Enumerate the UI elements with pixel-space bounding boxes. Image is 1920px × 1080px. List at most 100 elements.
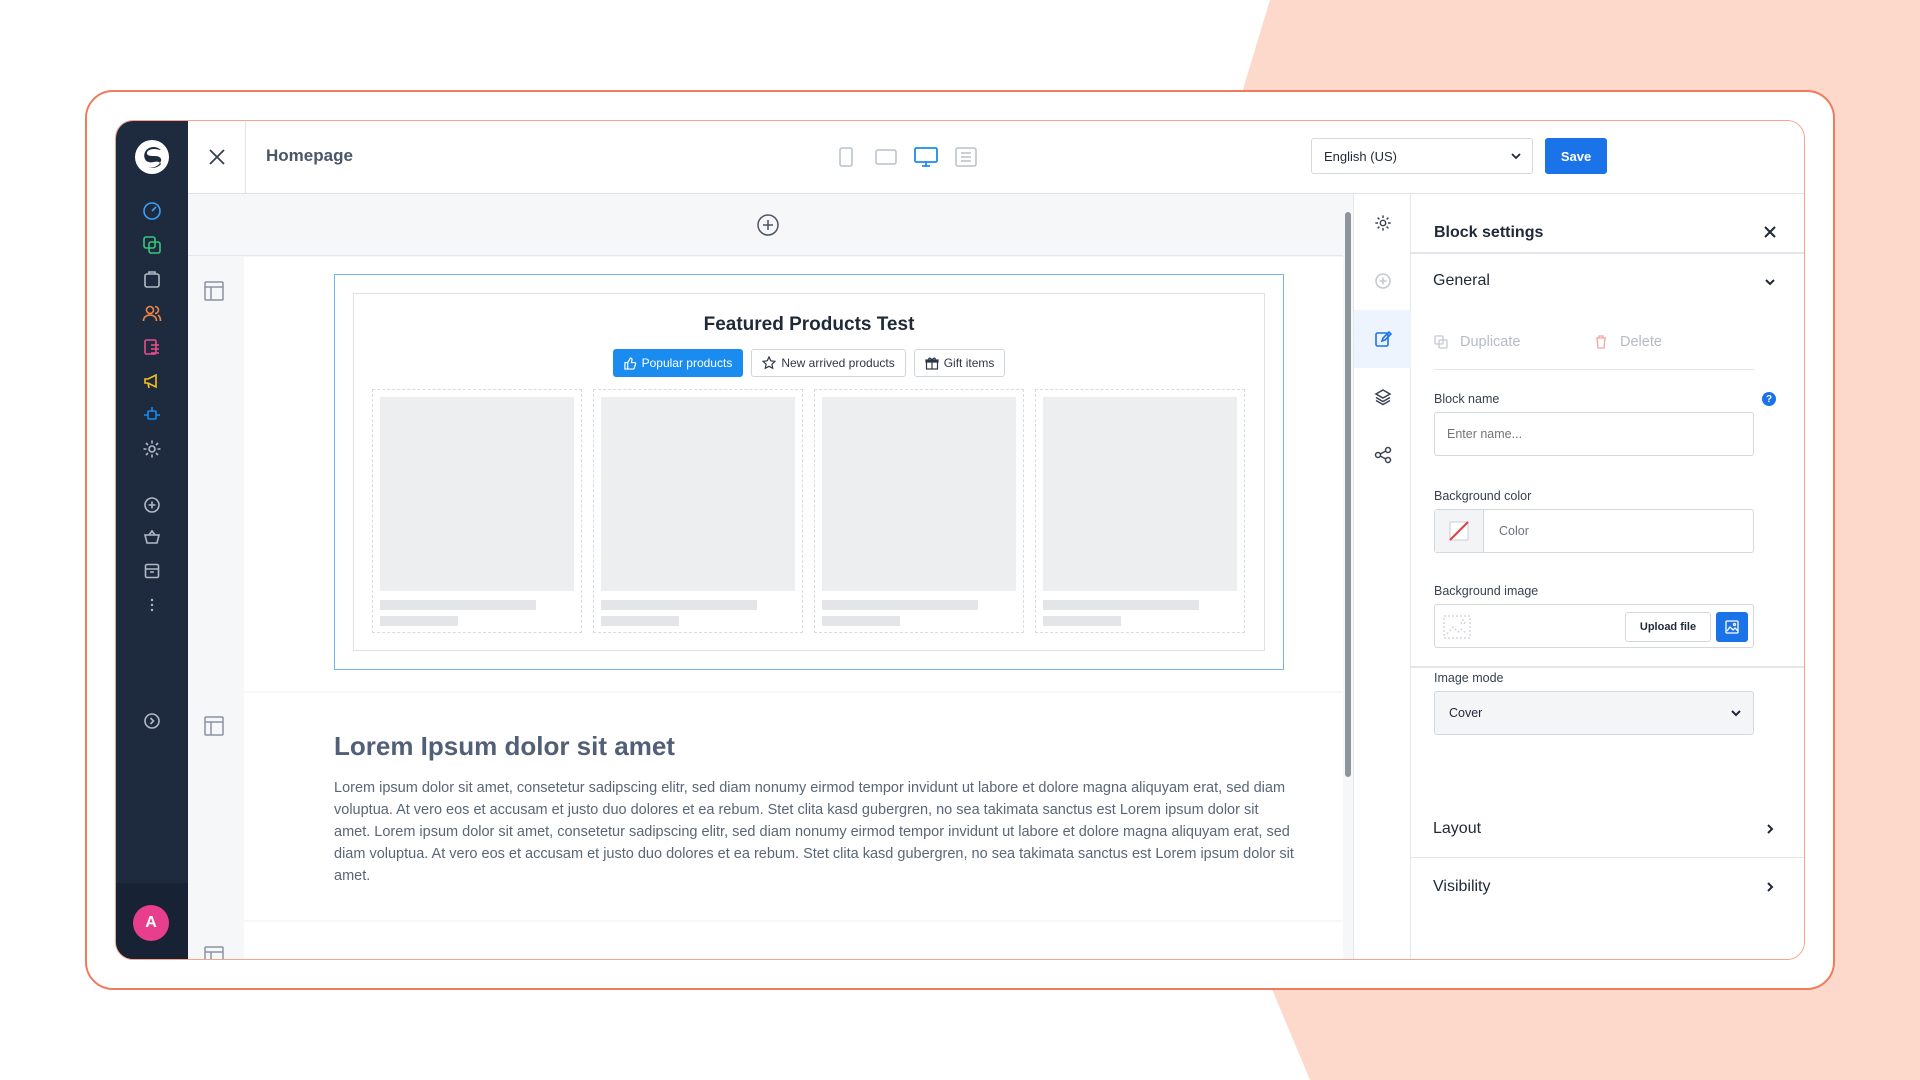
no-color-icon [1449, 521, 1469, 541]
edit-icon [1374, 330, 1392, 347]
bg-color-field[interactable]: Color [1434, 509, 1754, 553]
plus-circle-icon [1374, 273, 1391, 289]
list-view-icon[interactable] [953, 145, 979, 169]
more-icon[interactable] [140, 593, 164, 617]
tab-label: Gift items [943, 356, 995, 370]
trash-icon [1596, 335, 1606, 349]
extensions-icon[interactable] [140, 403, 164, 427]
thumbs-up-icon [623, 356, 636, 370]
section-layout-icon[interactable] [204, 716, 224, 736]
add-section-icon[interactable] [756, 213, 780, 237]
delete-button[interactable]: Delete [1594, 334, 1662, 350]
settings-icon[interactable] [140, 437, 164, 461]
language-select[interactable]: English (US) [1311, 138, 1533, 174]
section-text: Lorem Ipsum dolor sit amet Lorem ipsum d… [244, 693, 1343, 920]
visibility-section[interactable]: Visibility [1411, 858, 1804, 918]
panel-title: Block settings [1434, 224, 1544, 241]
bg-color-label: Background color [1434, 489, 1532, 503]
product-image-placeholder [1043, 397, 1237, 591]
add-section-row [188, 194, 1343, 256]
layout-section[interactable]: Layout [1411, 798, 1804, 858]
chevron-right-icon [1767, 882, 1774, 892]
share-tool[interactable] [1354, 426, 1411, 484]
block-name-input[interactable] [1434, 412, 1754, 456]
orders-icon[interactable] [140, 267, 164, 291]
layers-tool[interactable] [1354, 368, 1411, 426]
tab-label: New arrived products [781, 356, 895, 370]
bg-image-label: Background image [1434, 584, 1539, 598]
dashboard-icon[interactable] [140, 199, 164, 223]
marketing-icon[interactable] [140, 369, 164, 393]
avatar[interactable]: A [133, 905, 169, 941]
catalogue-icon[interactable] [140, 233, 164, 257]
desktop-view-icon[interactable] [913, 145, 939, 169]
collapse-menu-icon[interactable] [140, 709, 164, 733]
section-layout-icon[interactable] [204, 946, 224, 959]
visibility-label: Visibility [1433, 878, 1491, 895]
product-name-placeholder [601, 600, 757, 610]
close-icon [208, 149, 225, 165]
image-mode-select[interactable]: Cover [1434, 691, 1754, 735]
duplicate-label: Duplicate [1460, 334, 1521, 350]
mobile-view-icon[interactable] [833, 145, 859, 169]
scrollbar-thumb[interactable] [1345, 212, 1351, 777]
image-icon [1725, 620, 1739, 634]
color-swatch[interactable] [1435, 510, 1484, 552]
section-layout-icon[interactable] [204, 281, 224, 301]
product-placeholder [593, 389, 803, 633]
product-name-placeholder [380, 600, 536, 610]
star-icon [762, 356, 777, 370]
product-name-placeholder [1043, 600, 1199, 610]
duplicate-button[interactable]: Duplicate [1434, 334, 1520, 350]
media-library-button[interactable] [1716, 612, 1748, 642]
product-placeholder [1035, 389, 1245, 633]
basket-icon[interactable] [140, 525, 164, 549]
featured-products-block: Featured Products Test Popular products … [353, 293, 1265, 651]
page-canvas: Featured Products Test Popular products … [188, 194, 1353, 959]
tab-popular-products[interactable]: Popular products [612, 349, 744, 377]
content-icon[interactable] [140, 335, 164, 359]
tab-new-arrived-products[interactable]: New arrived products [751, 349, 906, 377]
image-mode-label: Image mode [1434, 671, 1504, 685]
tab-gift-items[interactable]: Gift items [913, 349, 1006, 377]
tablet-view-icon[interactable] [873, 145, 899, 169]
customers-icon[interactable] [140, 301, 164, 325]
product-name-placeholder [822, 600, 978, 610]
general-toggle[interactable]: General [1433, 272, 1490, 290]
selected-block[interactable]: Featured Products Test Popular products … [334, 274, 1284, 670]
product-image-placeholder [380, 397, 574, 591]
page-title: Homepage [266, 146, 353, 165]
image-placeholder-icon [1443, 615, 1471, 639]
bg-image-field: Upload file [1434, 604, 1754, 648]
product-placeholder [814, 389, 1024, 633]
close-icon[interactable] [1764, 226, 1776, 238]
help-icon[interactable]: ? [1762, 392, 1776, 406]
storefront-icon[interactable] [140, 559, 164, 583]
edit-block-tool[interactable] [1354, 310, 1411, 368]
language-value: English (US) [1324, 149, 1397, 164]
page-settings-tool[interactable] [1354, 194, 1411, 252]
sidebar-tools [1353, 194, 1411, 959]
gift-icon [925, 357, 939, 370]
chevron-down-icon[interactable] [1764, 276, 1776, 288]
close-button[interactable] [188, 121, 246, 193]
upload-file-button[interactable]: Upload file [1625, 612, 1711, 642]
product-image-placeholder [601, 397, 795, 591]
panel-header: Block settings [1411, 194, 1804, 254]
copy-icon [1434, 335, 1448, 349]
section-featured-products: Featured Products Test Popular products … [244, 257, 1343, 691]
block-title: Featured Products Test [703, 314, 915, 335]
canvas-scrollbar[interactable] [1343, 194, 1353, 959]
add-block-tool[interactable] [1354, 252, 1411, 310]
chevron-down-icon [1731, 710, 1741, 717]
block-settings-panel: Block settings General Duplicate Delete … [1411, 194, 1804, 959]
add-icon[interactable] [140, 493, 164, 517]
product-image-placeholder [822, 397, 1016, 591]
delete-label: Delete [1620, 334, 1662, 350]
shopware-logo-icon[interactable] [134, 139, 170, 175]
product-grid [372, 389, 1245, 633]
layers-icon [1373, 389, 1392, 406]
product-price-placeholder [822, 616, 900, 626]
share-icon [1374, 446, 1391, 464]
save-button[interactable]: Save [1545, 138, 1607, 174]
